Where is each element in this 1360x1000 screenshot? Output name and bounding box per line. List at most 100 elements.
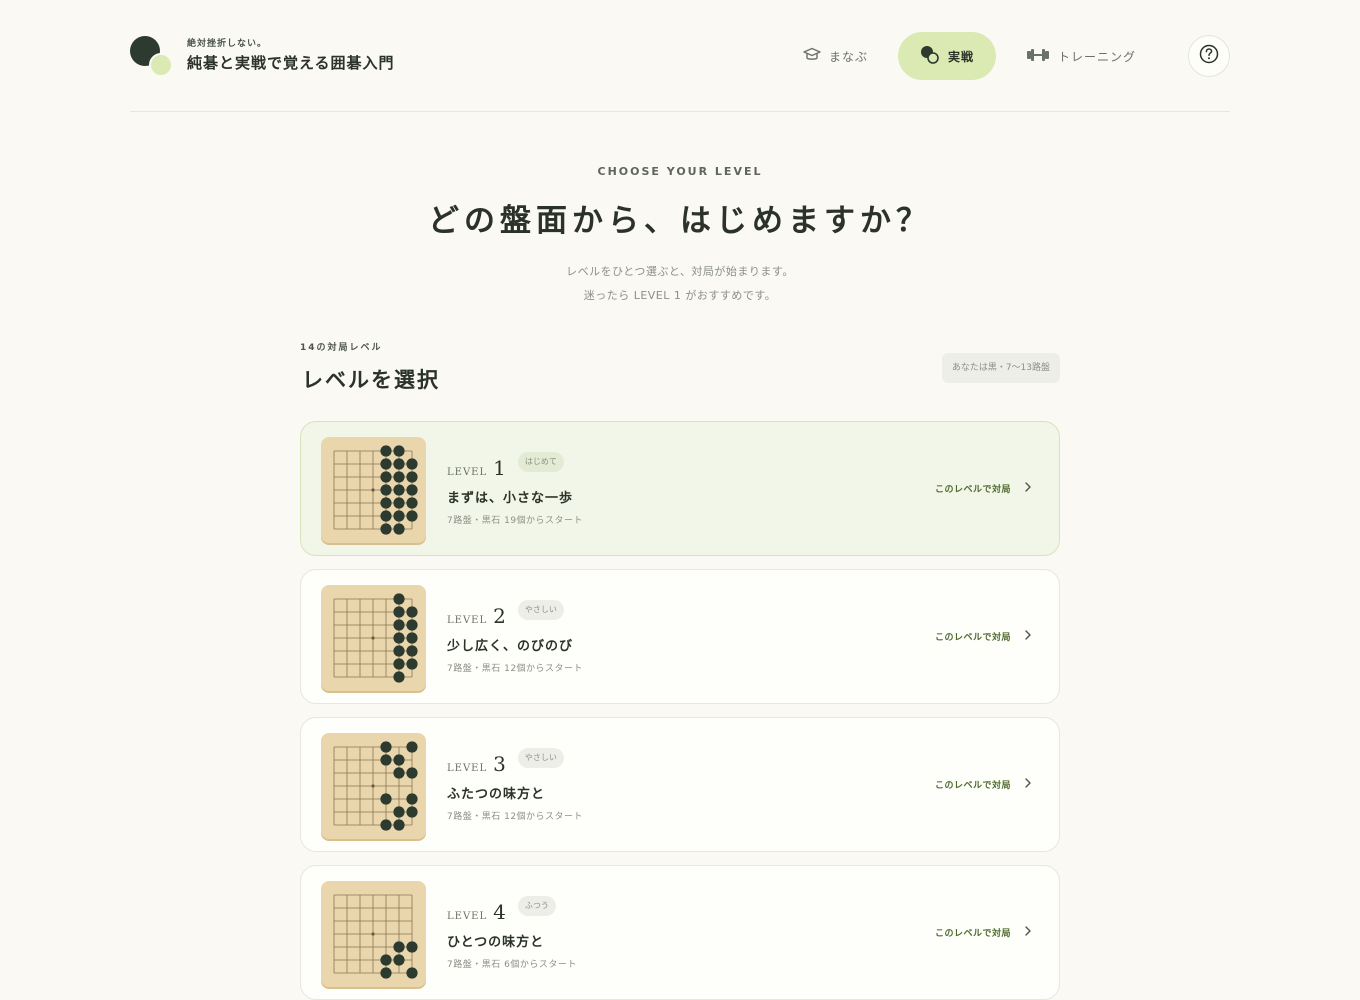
go-stones-icon [920,45,940,68]
black-stone [380,458,392,470]
play-level-link[interactable]: このレベルで対局 [935,926,1011,939]
level-name: ひとつの味方と [447,935,545,950]
level-label: LEVEL [447,615,488,626]
black-stone [380,497,392,509]
level-number: 4 [493,900,506,924]
level-name: 少し広く、のびのび [447,639,574,654]
go-board-icon [333,593,418,683]
nav-play[interactable]: 実戦 [897,32,996,80]
black-stone [406,510,418,522]
black-stone [393,767,405,779]
black-stone [393,471,405,483]
black-stone [393,754,405,766]
black-stone [393,619,405,631]
star-point [371,784,375,788]
black-stone [406,632,418,644]
board-preview [321,733,426,839]
black-stone [406,741,418,753]
hero-subtitle-line1: レベルをひとつ選ぶと、対局が始まります。 [566,265,794,278]
black-stone [380,445,392,457]
black-stone [406,941,418,953]
board-preview [321,881,426,987]
hero-subtitle-line2: 迷ったら LEVEL 1 がおすすめです。 [583,289,777,302]
black-stone [393,510,405,522]
level-description: 7路盤・黒石 19個からスタート [447,516,584,526]
header-divider [130,111,1230,112]
level-description: 7路盤・黒石 12個からスタート [447,812,584,822]
go-board-icon [333,741,418,831]
hero-subtitle: レベルをひとつ選ぶと、対局が始まります。 迷ったら LEVEL 1 がおすすめで… [0,260,1360,308]
level-description: 7路盤・黒石 6個からスタート [447,960,577,970]
logo-icon[interactable] [130,36,176,78]
play-level-link[interactable]: このレベルで対局 [935,778,1011,791]
help-button[interactable] [1188,35,1230,77]
black-stone [406,458,418,470]
black-stone [393,606,405,618]
level-name: まずは、小さな一歩 [447,491,574,506]
black-stone [406,967,418,979]
black-stone [380,819,392,831]
black-stone [393,484,405,496]
star-point [371,932,375,936]
black-stone [393,458,405,470]
black-stone [393,497,405,509]
dumbbell-icon [1026,48,1050,65]
level-number: 1 [493,456,506,480]
black-stone [380,523,392,535]
black-stone [393,523,405,535]
chevron-right-icon [1025,926,1031,936]
level-card-4[interactable]: LEVEL 4 ふつう ひとつの味方と 7路盤・黒石 6個からスタート このレベ… [300,865,1060,1000]
nav-training-label: トレーニング [1057,49,1136,64]
section-title: レベルを選択 [302,368,440,392]
level-card-3[interactable]: LEVEL 3 やさしい ふたつの味方と 7路盤・黒石 12個からスタート この… [300,717,1060,852]
site-header: 絶対挫折しない。 純碁と実戦で覚える囲碁入門 まなぶ 実戦 トレーニング [130,28,1230,84]
level-name: ふたつの味方と [447,787,546,802]
black-stone [406,645,418,657]
black-stone [380,471,392,483]
black-stone [393,806,405,818]
black-stone [393,658,405,670]
level-card-1[interactable]: LEVEL 1 はじめて まずは、小さな一歩 7路盤・黒石 19個からスタート … [300,421,1060,556]
board-preview [321,437,426,543]
black-stone [393,941,405,953]
main-nav: まなぶ 実戦 トレーニング [773,32,1230,80]
chevron-right-icon [1025,482,1031,492]
black-stone [380,954,392,966]
chevron-right-icon [1025,630,1031,640]
difficulty-badge: やさしい [517,748,564,768]
board-info-badge: あなたは黒・7〜13路盤 [941,353,1060,383]
level-number: 3 [493,752,506,776]
go-board-icon [333,445,418,535]
nav-training[interactable]: トレーニング [1004,32,1158,80]
nav-learn[interactable]: まなぶ [781,32,890,80]
level-number: 2 [493,604,506,628]
brand-title[interactable]: 純碁と実戦で覚える囲碁入門 [187,52,395,73]
difficulty-badge: ふつう [517,896,556,916]
nav-learn-label: まなぶ [828,49,868,64]
black-stone [393,954,405,966]
black-stone [380,967,392,979]
graduation-cap-icon [803,47,821,66]
level-description: 7路盤・黒石 12個からスタート [447,664,584,674]
brand-tagline: 絶対挫折しない。 [187,39,268,49]
question-circle-icon [1199,44,1219,68]
play-level-link[interactable]: このレベルで対局 [935,630,1011,643]
board-preview [321,585,426,691]
black-stone [393,445,405,457]
level-label: LEVEL [447,763,488,774]
logo-light-stone [149,53,173,77]
go-board-icon [333,894,418,979]
black-stone [380,484,392,496]
black-stone [406,767,418,779]
difficulty-badge: はじめて [517,452,564,472]
black-stone [406,484,418,496]
black-stone [393,632,405,644]
level-count: 14の対局レベル [300,343,383,353]
black-stone [380,510,392,522]
nav-play-label: 実戦 [947,49,974,64]
black-stone [406,793,418,805]
play-level-link[interactable]: このレベルで対局 [935,482,1011,495]
level-card-2[interactable]: LEVEL 2 やさしい 少し広く、のびのび 7路盤・黒石 12個からスタート … [300,569,1060,704]
star-point [371,488,375,492]
black-stone [406,658,418,670]
